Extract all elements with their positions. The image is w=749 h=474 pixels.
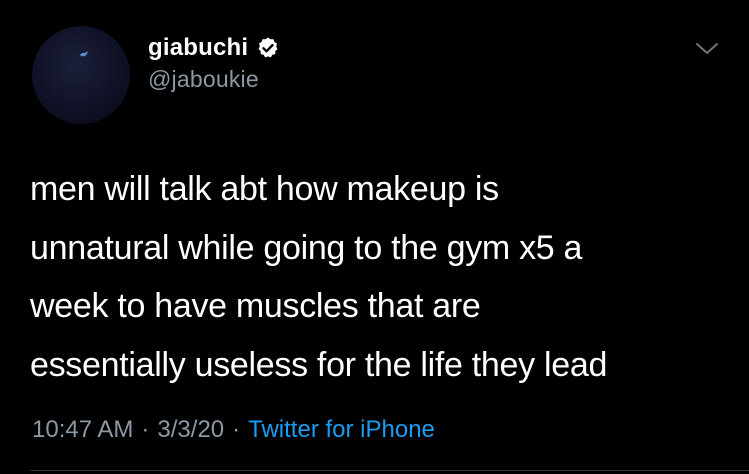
divider xyxy=(30,470,749,471)
tweet-metadata: 10:47 AM · 3/3/20 · Twitter for iPhone xyxy=(32,416,435,444)
tweet-header: giabuchi @jaboukie xyxy=(148,32,280,93)
separator-dot: · xyxy=(141,416,150,443)
tweet-source-link[interactable]: Twitter for iPhone xyxy=(248,416,435,443)
user-handle[interactable]: @jaboukie xyxy=(148,66,280,93)
avatar[interactable] xyxy=(32,26,130,124)
chevron-down-icon[interactable] xyxy=(694,38,720,58)
verified-badge-icon xyxy=(258,37,278,58)
tweet-time[interactable]: 10:47 AM xyxy=(32,416,133,443)
display-name[interactable]: giabuchi xyxy=(148,34,248,62)
avatar-bird-icon xyxy=(80,51,88,57)
tweet-date[interactable]: 3/3/20 xyxy=(157,416,224,443)
name-row: giabuchi xyxy=(148,32,280,64)
tweet-text: men will talk abt how makeup is unnatura… xyxy=(30,170,608,384)
separator-dot: · xyxy=(232,416,241,443)
tweet-card: giabuchi @jaboukie men will talk abt how… xyxy=(0,0,749,474)
